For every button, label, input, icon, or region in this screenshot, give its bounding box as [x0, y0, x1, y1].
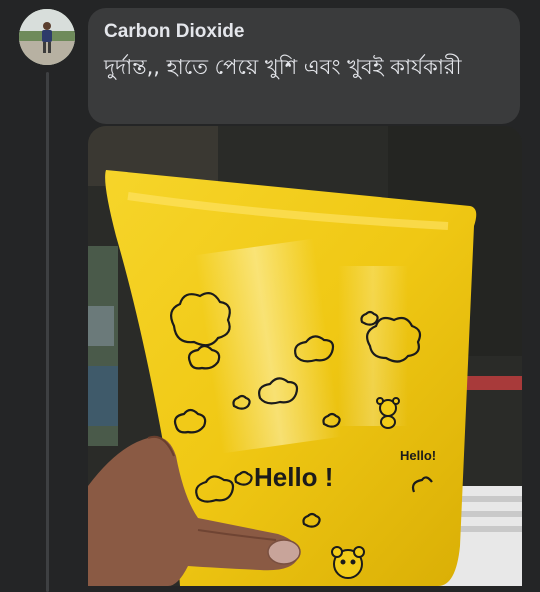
avatar[interactable]: [19, 9, 75, 65]
mailer-bag-photo: Hello ! Hello!: [88, 126, 522, 586]
comment-text: দুর্দান্ত,, হাতে পেয়ে খুশি এবং খুবই কার…: [104, 55, 462, 79]
bag-print-hello-side: Hello!: [400, 448, 436, 463]
thread-line: [46, 72, 49, 592]
bag-print-hello-main: Hello !: [254, 462, 333, 492]
comment-author-name[interactable]: Carbon Dioxide: [104, 20, 244, 44]
avatar-photo: [19, 9, 75, 65]
comment-bubble: Carbon Dioxide দুর্দান্ত,, হাতে পেয়ে খু…: [88, 8, 520, 124]
comment-photo[interactable]: Hello ! Hello!: [88, 126, 522, 586]
